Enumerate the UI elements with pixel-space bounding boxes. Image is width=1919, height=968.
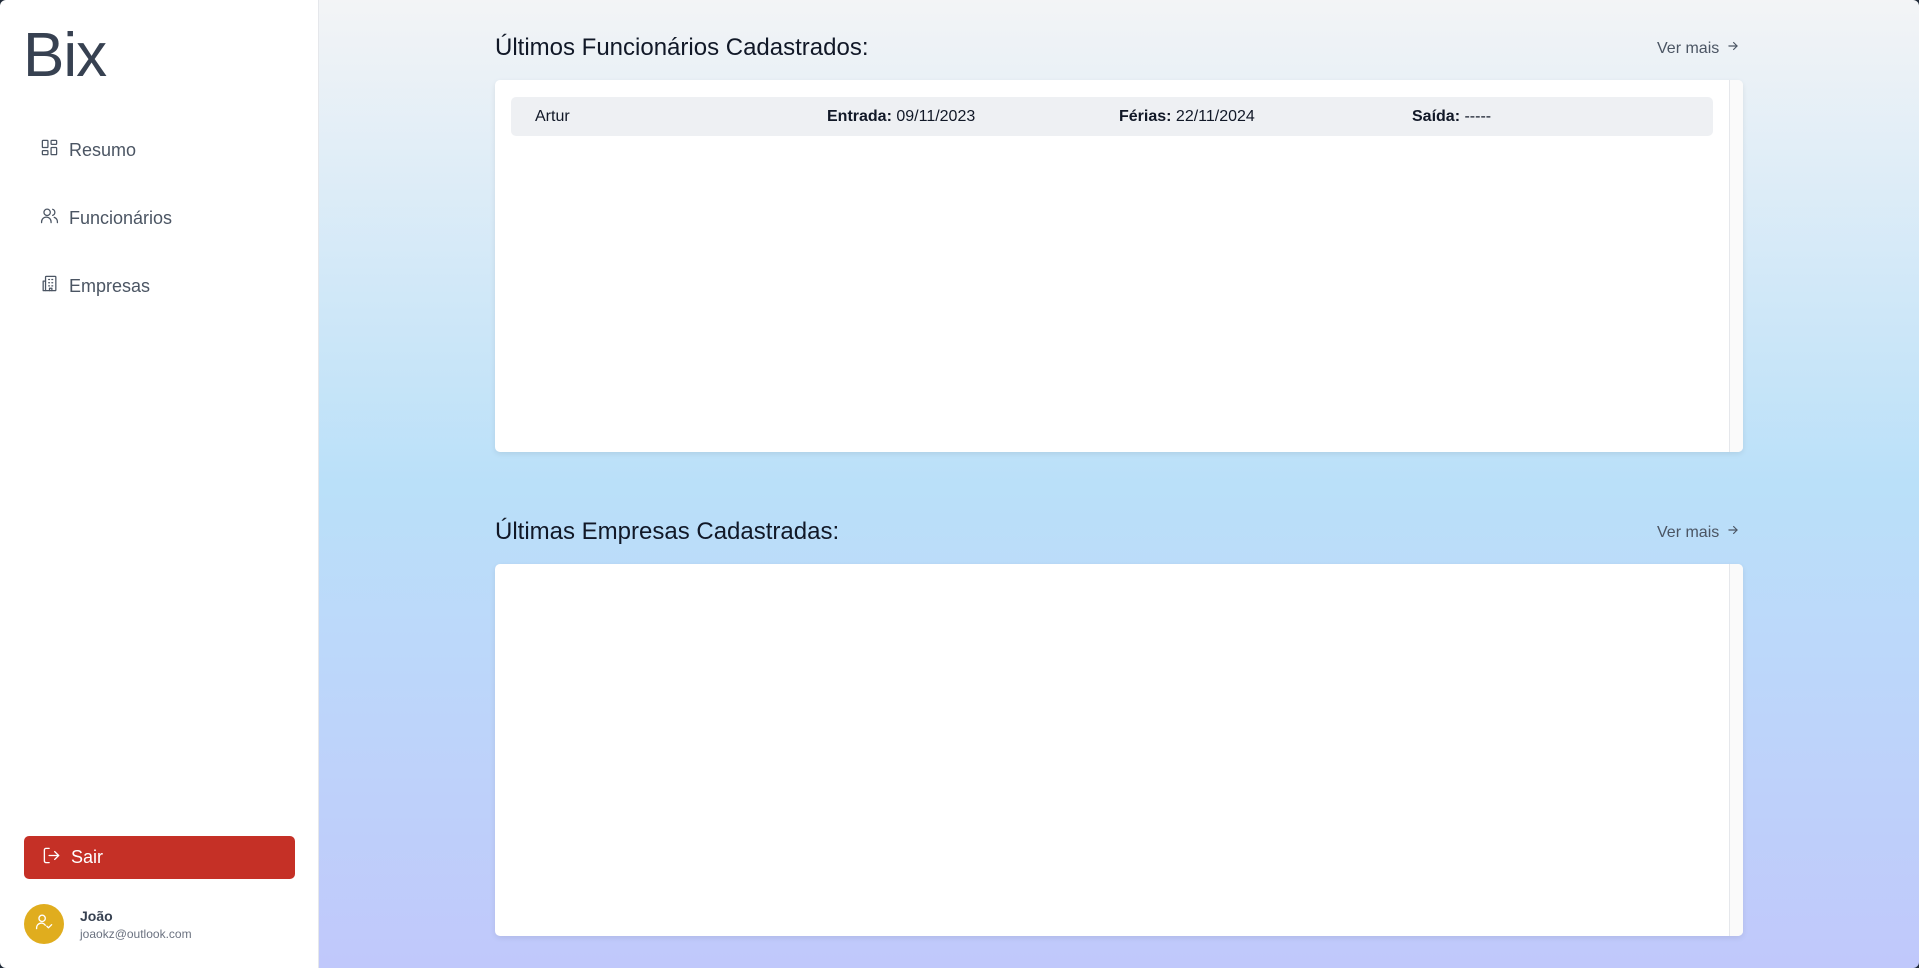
dashboard-icon — [40, 138, 59, 162]
user-profile: João joaokz@outlook.com — [24, 904, 192, 944]
sidebar-item-resumo[interactable]: Resumo — [40, 135, 136, 165]
list-item[interactable]: Artur Entrada: 09/11/2023 Férias: 22/11/… — [511, 97, 1713, 136]
employees-list: Artur Entrada: 09/11/2023 Férias: 22/11/… — [495, 80, 1743, 452]
logout-label: Sair — [71, 847, 104, 867]
logout-icon — [42, 846, 61, 870]
employees-section-title: Últimos Funcionários Cadastrados: — [495, 34, 869, 61]
saida-label: Saída: — [1412, 108, 1461, 125]
entrada-label: Entrada: — [827, 108, 892, 125]
ferias-value: 22/11/2024 — [1175, 108, 1255, 125]
employee-name: Artur — [535, 108, 570, 125]
avatar[interactable] — [24, 904, 64, 944]
sidebar-item-label: Funcionários — [69, 207, 173, 228]
app-logo: Bix — [23, 21, 107, 90]
employees-see-more-link[interactable]: Ver mais — [1657, 39, 1740, 58]
employee-entrada: Entrada: 09/11/2023 — [827, 108, 975, 126]
arrow-right-icon — [1726, 523, 1740, 542]
employee-ferias: Férias: 22/11/2024 — [1119, 108, 1255, 126]
see-more-label: Ver mais — [1657, 523, 1720, 541]
main-content: Últimos Funcionários Cadastrados: Ver ma… — [319, 0, 1919, 968]
saida-value: ----- — [1464, 108, 1492, 125]
companies-section-title: Últimas Empresas Cadastradas: — [495, 518, 840, 545]
user-email: joaokz@outlook.com — [80, 926, 192, 941]
scrollbar[interactable] — [1729, 80, 1743, 452]
scrollbar[interactable] — [1729, 564, 1743, 936]
arrow-right-icon — [1726, 39, 1740, 58]
entrada-value: 09/11/2023 — [896, 108, 976, 125]
building-icon — [40, 274, 59, 298]
user-name: João — [80, 907, 113, 924]
app-window: Bix Resumo Funcionários Empresas Sair Jo… — [0, 0, 1919, 968]
ferias-label: Férias: — [1119, 108, 1172, 125]
user-check-icon — [35, 912, 54, 936]
employee-saida: Saída: ----- — [1412, 108, 1491, 126]
sidebar: Bix Resumo Funcionários Empresas Sair Jo… — [0, 0, 319, 968]
companies-list — [495, 564, 1743, 936]
sidebar-item-empresas[interactable]: Empresas — [40, 271, 150, 301]
logout-button[interactable]: Sair — [24, 836, 295, 879]
users-icon — [40, 206, 59, 230]
see-more-label: Ver mais — [1657, 39, 1720, 57]
sidebar-item-label: Resumo — [69, 139, 137, 160]
companies-see-more-link[interactable]: Ver mais — [1657, 523, 1740, 542]
sidebar-item-label: Empresas — [69, 275, 151, 296]
sidebar-item-funcionarios[interactable]: Funcionários — [40, 203, 172, 233]
